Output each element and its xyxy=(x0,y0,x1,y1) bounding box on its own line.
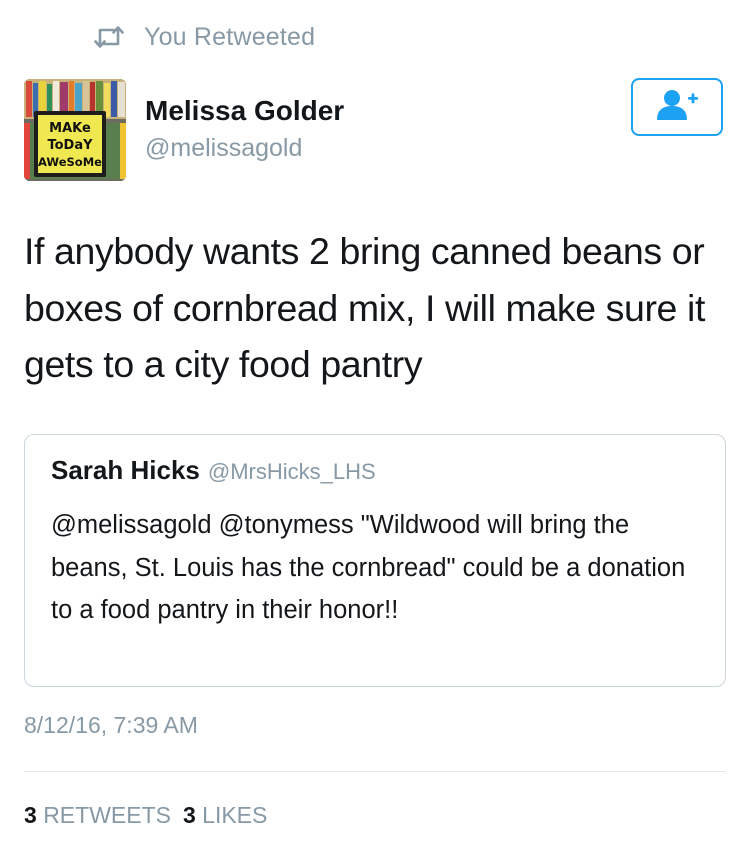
retweet-context-label: You Retweeted xyxy=(144,22,316,51)
add-user-icon xyxy=(654,88,700,127)
avatar-text-make: MAKe xyxy=(49,121,91,136)
follow-button[interactable] xyxy=(631,78,723,136)
retweets-label: RETWEETS xyxy=(43,802,171,828)
quoted-tweet-author-handle: @MrsHicks_LHS xyxy=(207,459,376,484)
quoted-tweet-header: Sarah Hicks @MrsHicks_LHS xyxy=(51,455,376,486)
retweet-context: You Retweeted xyxy=(92,22,315,52)
quoted-tweet-text: @melissagold @tonymess "Wildwood will br… xyxy=(51,511,686,624)
author-info[interactable]: Melissa Golder @melissagold xyxy=(145,93,344,165)
quoted-tweet-card[interactable]: Sarah Hicks @MrsHicks_LHS @melissagold @t… xyxy=(24,434,726,687)
author-handle[interactable]: @melissagold xyxy=(145,131,344,165)
retweet-icon xyxy=(92,24,126,50)
author-display-name[interactable]: Melissa Golder xyxy=(145,93,344,129)
retweets-count: 3 xyxy=(24,802,37,828)
tweet-stats: 3 RETWEETS 3 LIKES xyxy=(24,798,267,832)
likes-stat[interactable]: 3 LIKES xyxy=(183,802,267,828)
divider xyxy=(24,771,726,772)
likes-label: LIKES xyxy=(202,802,268,828)
avatar-text-today: ToDaY xyxy=(47,138,93,153)
tweet-text: If anybody wants 2 bring canned beans or… xyxy=(24,230,705,385)
tweet-timestamp: 8/12/16, 7:39 AM xyxy=(24,712,198,738)
likes-count: 3 xyxy=(182,802,196,828)
avatar[interactable]: MAKe ToDaY AWeSoMe xyxy=(24,79,126,181)
retweets-stat[interactable]: 3 RETWEETS xyxy=(24,802,171,828)
quoted-tweet-author-name: Sarah Hicks xyxy=(51,455,200,485)
avatar-text-awesome: AWeSoMe xyxy=(38,155,102,169)
